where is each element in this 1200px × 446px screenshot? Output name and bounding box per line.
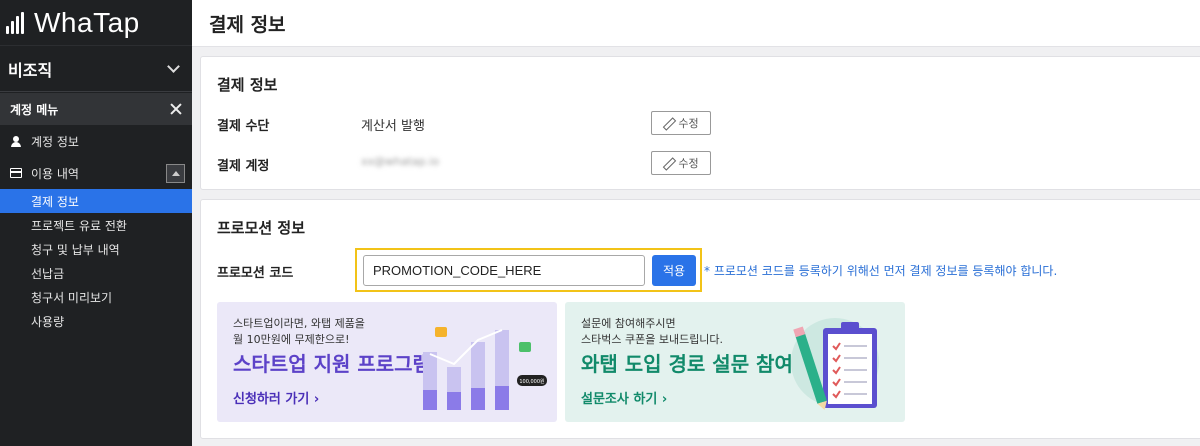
sidebar-item-account-info[interactable]: 계정 정보 — [0, 125, 192, 157]
edit-label: 수정 — [678, 157, 699, 170]
edit-payment-account-button[interactable]: 수정 — [651, 151, 711, 175]
org-name: 비조직 — [8, 60, 53, 80]
sidebar-item-usage-history[interactable]: 이용 내역 — [0, 157, 192, 189]
payment-account-label: 결제 계정 — [217, 159, 270, 174]
payment-method-value: 계산서 발행 — [361, 119, 425, 134]
page-header: 결제 정보 — [192, 0, 1200, 47]
logo-text: WhaTap — [34, 6, 140, 38]
startup-program-banner[interactable]: 스타트업이라면, 와탭 제품을 월 10만원에 무제한으로! 스타트업 지원 프… — [217, 302, 557, 422]
payment-section-title: 결제 정보 — [217, 76, 278, 94]
org-selector[interactable]: 비조직 — [0, 46, 192, 92]
apply-button[interactable]: 적용 — [652, 255, 696, 286]
main-content: 결제 정보 결제 정보 결제 수단 계산서 발행 수정 결제 계정 xx@wha… — [192, 0, 1200, 446]
sidebar: WhaTap 비조직 계정 메뉴 계정 정보 이용 내역 결제 정보 프로젝트 … — [0, 0, 192, 446]
promotion-code-label: 프로모션 코드 — [217, 266, 294, 281]
startup-badge-text: 100,000원 — [519, 378, 545, 385]
startup-banner-subtitle: 스타트업이라면, 와탭 제품을 월 10만원에 무제한으로! — [233, 317, 365, 346]
account-menu-title: 계정 메뉴 — [10, 102, 59, 117]
person-icon — [11, 135, 21, 147]
sidebar-item-label: 이용 내역 — [31, 166, 79, 181]
survey-link[interactable]: 설문조사 하기 › — [581, 388, 667, 407]
sidebar-subitem-prepayment[interactable]: 선납금 — [0, 261, 192, 285]
payment-method-label: 결제 수단 — [217, 119, 270, 134]
sidebar-subitem-invoice-preview[interactable]: 청구서 미리보기 — [0, 285, 192, 309]
collapse-button[interactable] — [166, 164, 185, 183]
edit-payment-method-button[interactable]: 수정 — [651, 111, 711, 135]
promotion-info-panel: 프로모션 정보 프로모션 코드 적용 * 프로모션 코드를 등록하기 위해선 먼… — [200, 199, 1200, 439]
sidebar-item-label: 계정 정보 — [31, 134, 79, 149]
pencil-icon — [663, 118, 674, 129]
promotion-code-input[interactable] — [363, 255, 645, 286]
edit-label: 수정 — [678, 117, 699, 130]
sidebar-subitem-project-upgrade[interactable]: 프로젝트 유료 전환 — [0, 213, 192, 237]
startup-banner-title: 스타트업 지원 프로그램 — [233, 352, 431, 376]
whatap-logo[interactable]: WhaTap — [0, 0, 192, 46]
payment-info-panel: 결제 정보 결제 수단 계산서 발행 수정 결제 계정 xx@whatap.io… — [200, 56, 1200, 190]
account-menu-header: 계정 메뉴 — [0, 93, 192, 125]
promotion-code-highlight: 적용 — [355, 248, 702, 292]
promotion-section-title: 프로모션 정보 — [217, 219, 306, 237]
triangle-up-icon — [171, 171, 180, 176]
chevron-down-icon — [167, 59, 180, 73]
card-icon — [10, 168, 22, 178]
startup-apply-link[interactable]: 신청하러 가기 › — [233, 388, 319, 407]
sidebar-subitem-payment-info[interactable]: 결제 정보 — [0, 189, 192, 213]
close-icon[interactable] — [170, 103, 182, 115]
survey-banner-subtitle: 설문에 참여해주시면 스타벅스 쿠폰을 보내드립니다. — [581, 317, 724, 346]
survey-banner[interactable]: 설문에 참여해주시면 스타벅스 쿠폰을 보내드립니다. 와탭 도입 경로 설문 … — [565, 302, 905, 422]
clipboard-illustration-icon — [791, 318, 879, 410]
bar-chart-illustration-icon: 100,000원 — [423, 327, 547, 410]
sidebar-subitem-billing-history[interactable]: 청구 및 납부 내역 — [0, 237, 192, 261]
promotion-note: * 프로모션 코드를 등록하기 위해선 먼저 결제 정보를 등록해야 합니다. — [704, 264, 1058, 278]
page-title: 결제 정보 — [209, 13, 286, 36]
logo-bars-icon — [6, 11, 24, 34]
payment-account-value: xx@whatap.io — [361, 155, 440, 168]
pencil-icon — [663, 158, 674, 169]
survey-banner-title: 와탭 도입 경로 설문 참여 — [581, 352, 793, 376]
sidebar-subitem-usage[interactable]: 사용량 — [0, 309, 192, 333]
